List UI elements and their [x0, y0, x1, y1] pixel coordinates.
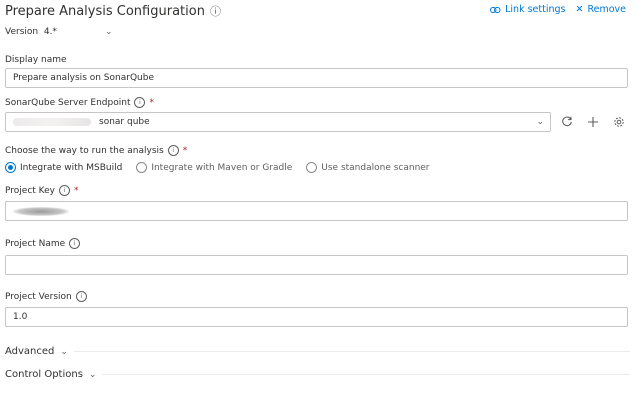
chevron-down-icon: ⌄	[88, 369, 97, 380]
blurred-endpoint-prefix	[13, 118, 91, 126]
run-way-label-text: Choose the way to run the analysis	[5, 145, 164, 156]
gear-icon[interactable]	[611, 114, 627, 130]
refresh-icon[interactable]	[559, 114, 575, 130]
remove-label: Remove	[587, 4, 626, 15]
required-marker: *	[149, 97, 154, 108]
chevron-down-icon: ⌄	[104, 27, 113, 37]
close-icon: ✕	[575, 4, 584, 15]
page-title-text: Prepare Analysis Configuration	[5, 4, 205, 19]
version-label: Version	[5, 27, 39, 37]
version-selector[interactable]: Version 4.* ⌄	[5, 27, 112, 37]
radio-maven-gradle[interactable]: Integrate with Maven or Gradle	[136, 162, 292, 173]
info-icon[interactable]: i	[58, 185, 70, 196]
remove-link[interactable]: ✕ Remove	[575, 4, 626, 15]
display-name-value: Prepare analysis on SonarQube	[13, 73, 154, 83]
radio-msbuild[interactable]: Integrate with MSBuild	[5, 162, 122, 173]
radio-maven-gradle-label: Integrate with Maven or Gradle	[151, 162, 293, 173]
radio-msbuild-label: Integrate with MSBuild	[20, 162, 123, 173]
radio-unselected-icon	[136, 162, 148, 173]
link-settings-label: Link settings	[505, 4, 566, 15]
add-icon[interactable]	[585, 114, 601, 130]
link-settings-link[interactable]: Link settings	[490, 4, 565, 15]
display-name-label: Display name	[5, 55, 67, 65]
info-icon[interactable]: i	[69, 238, 81, 249]
section-divider	[73, 351, 630, 352]
page-title: Prepare Analysis Configuration ⓘ	[5, 3, 221, 19]
advanced-section-label: Advanced	[5, 346, 55, 357]
blurred-project-key	[13, 206, 69, 216]
info-icon[interactable]: i	[167, 145, 179, 156]
required-marker: *	[182, 145, 188, 156]
run-way-label: Choose the way to run the analysis i *	[5, 145, 187, 156]
version-value: 4.*	[43, 27, 57, 37]
project-name-label: Project Name i	[5, 238, 81, 249]
endpoint-value: sonar qube	[99, 117, 150, 127]
project-version-label-text: Project Version	[5, 291, 72, 302]
project-version-field[interactable]: 1.0	[5, 307, 628, 327]
section-divider	[102, 374, 630, 375]
radio-selected-icon	[5, 162, 16, 173]
chevron-down-icon: ⌄	[536, 117, 544, 127]
control-options-section-toggle[interactable]: Control Options ⌄	[5, 369, 630, 380]
header-actions: Link settings ✕ Remove	[490, 4, 626, 15]
info-icon[interactable]: ⓘ	[210, 5, 221, 18]
endpoint-label: SonarQube Server Endpoint i *	[5, 97, 154, 108]
radio-standalone-label: Use standalone scanner	[321, 162, 430, 173]
project-key-label-text: Project Key	[5, 185, 55, 196]
project-key-field[interactable]	[5, 201, 628, 221]
display-name-field[interactable]: Prepare analysis on SonarQube	[5, 68, 628, 88]
link-icon	[490, 6, 501, 13]
chevron-down-icon: ⌄	[60, 346, 68, 357]
project-key-label: Project Key i *	[5, 185, 78, 196]
project-name-label-text: Project Name	[5, 238, 66, 249]
endpoint-dropdown[interactable]: sonar qube ⌄	[5, 112, 551, 132]
radio-unselected-icon	[306, 162, 318, 173]
endpoint-label-text: SonarQube Server Endpoint	[5, 97, 131, 108]
project-name-field[interactable]	[5, 255, 628, 275]
radio-standalone[interactable]: Use standalone scanner	[306, 162, 430, 173]
control-options-section-label: Control Options	[5, 369, 83, 380]
project-version-value: 1.0	[13, 312, 28, 322]
required-marker: *	[73, 185, 79, 196]
display-name-label-text: Display name	[5, 55, 67, 65]
advanced-section-toggle[interactable]: Advanced ⌄	[5, 346, 630, 357]
run-way-radio-group: Integrate with MSBuild Integrate with Ma…	[5, 162, 430, 173]
project-version-label: Project Version i	[5, 291, 87, 302]
info-icon[interactable]: i	[134, 97, 146, 108]
info-icon[interactable]: i	[75, 291, 87, 302]
